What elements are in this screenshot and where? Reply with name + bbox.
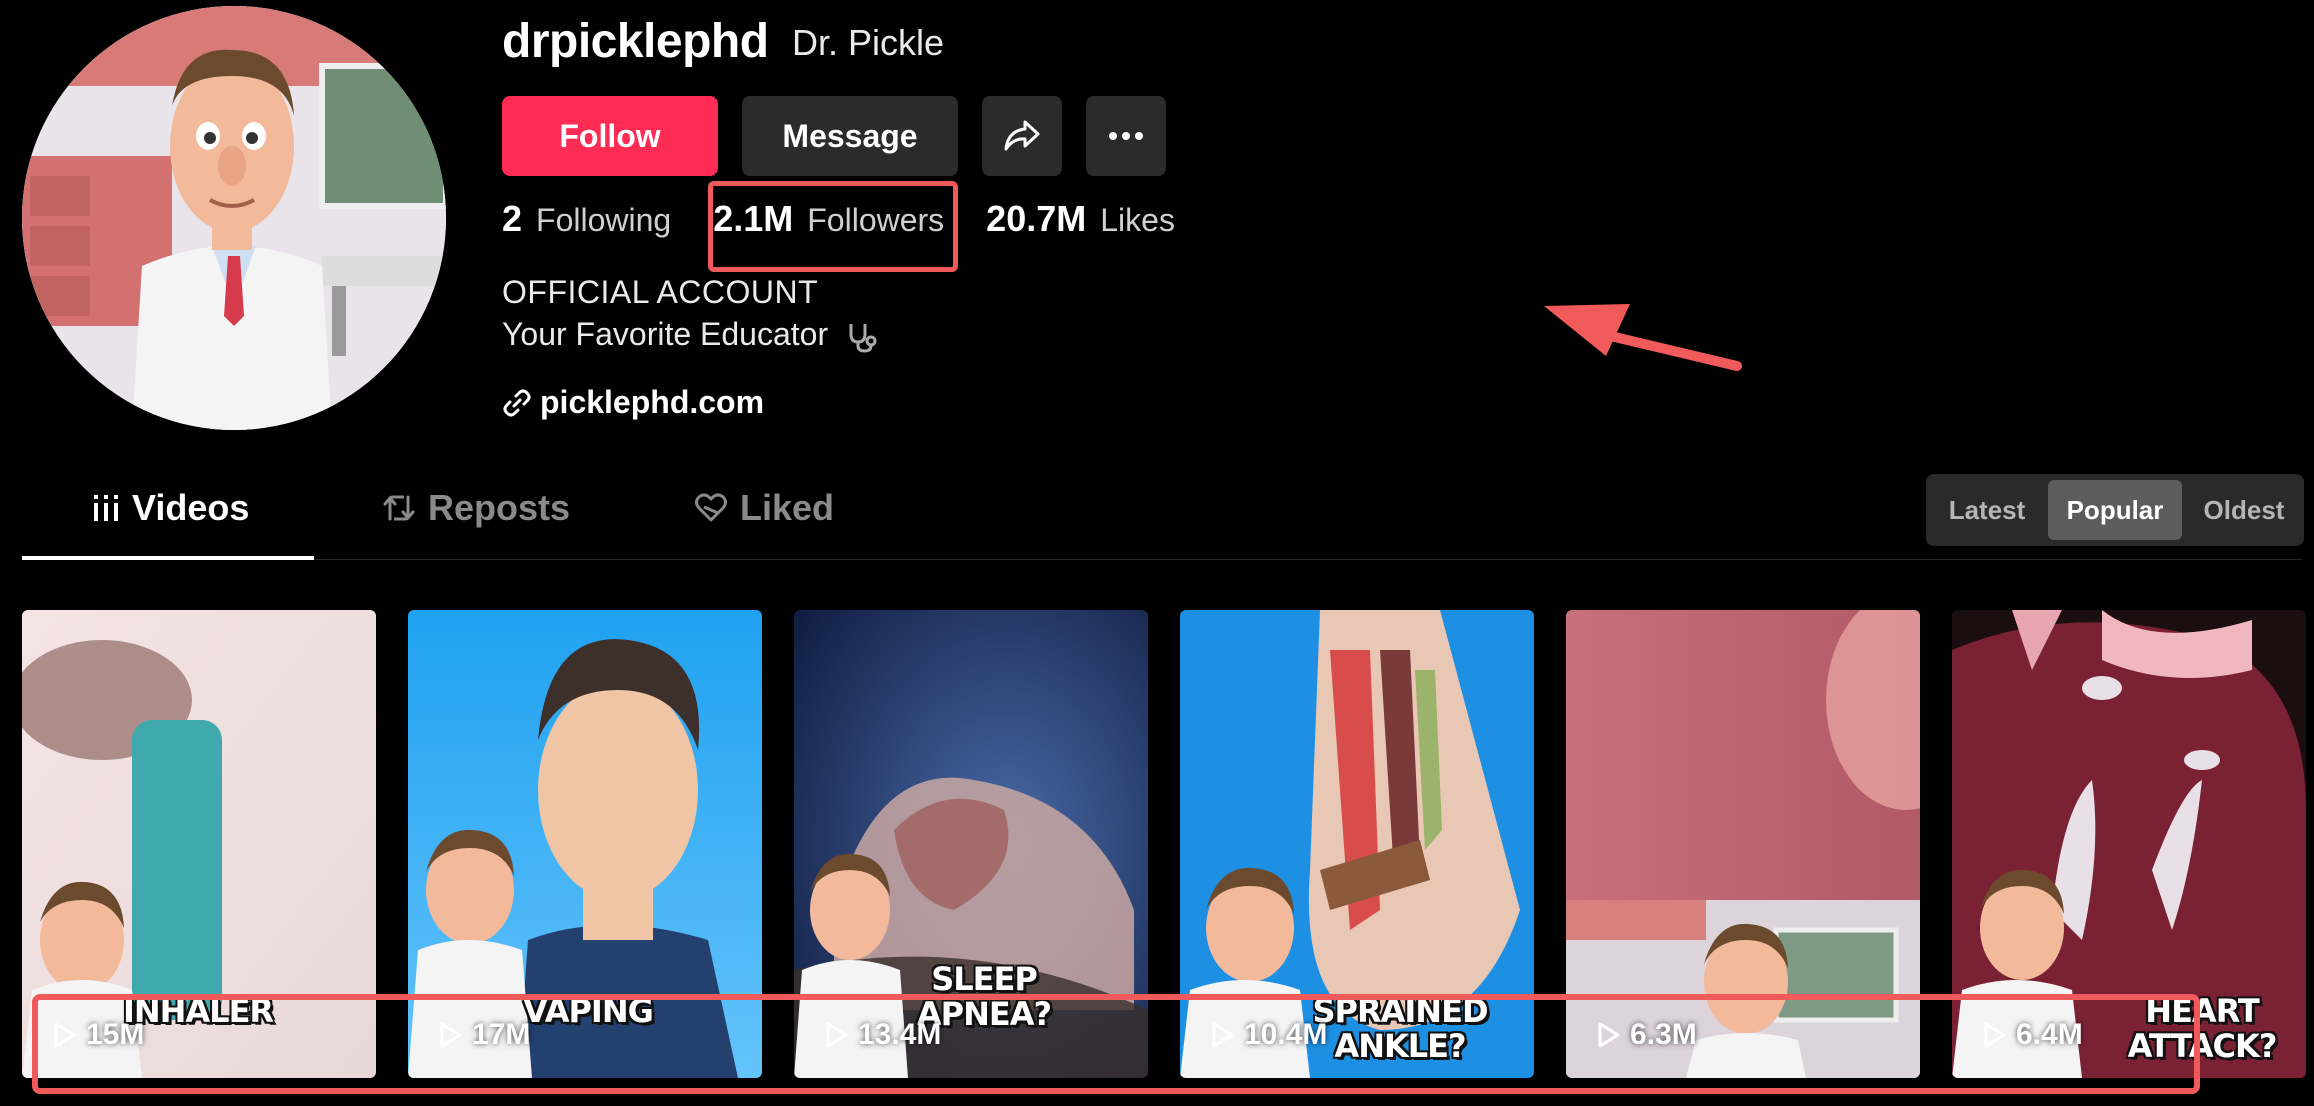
bio-line-2: Your Favorite Educator [502, 316, 879, 354]
sort-oldest[interactable]: Oldest [2188, 480, 2300, 540]
profile-link-text: picklephd.com [540, 384, 765, 420]
message-button[interactable]: Message [742, 96, 958, 176]
share-icon [1004, 120, 1040, 151]
profile-username: drpicklephd [502, 15, 769, 68]
avatar-image [22, 6, 446, 430]
video-views-text: 6.4M [2016, 1018, 2083, 1051]
likes-stat: 20.7M Likes [986, 198, 1175, 240]
play-icon [54, 1022, 76, 1048]
followers-count: 2.1M [713, 198, 794, 239]
profile-avatar[interactable] [22, 6, 446, 430]
video-view-count: 15M [52, 1018, 144, 1052]
followers-label: Followers [807, 202, 945, 238]
sort-popular[interactable]: Popular [2048, 480, 2182, 540]
video-view-count: 17M [438, 1018, 530, 1052]
ellipsis-icon [1109, 132, 1143, 140]
profile-stats: 2 Following 2.1M Followers 20.7M Likes [502, 198, 1175, 240]
bio-line-1: OFFICIAL ACCOUNT [502, 274, 819, 310]
tab-reposts-label: Reposts [428, 487, 571, 528]
following-count: 2 [502, 198, 523, 239]
video-thumbnail [1566, 610, 1920, 1078]
video-card[interactable]: 6.3M [1566, 610, 1920, 1078]
more-options-button[interactable] [1086, 96, 1166, 176]
video-view-count: 10.4M [1210, 1018, 1327, 1052]
tab-videos-label: Videos [132, 487, 250, 528]
video-card[interactable]: HEART ATTACK? 6.4M [1952, 610, 2306, 1078]
repost-icon [383, 495, 415, 521]
video-views-text: 10.4M [1244, 1018, 1328, 1051]
followers-stat[interactable]: 2.1M Followers [713, 198, 944, 240]
play-icon [1598, 1022, 1620, 1048]
tab-liked-label: Liked [740, 487, 835, 528]
sort-latest[interactable]: Latest [1934, 480, 2040, 540]
profile-nickname: Dr. Pickle [792, 22, 945, 63]
video-card[interactable]: SLEEP APNEA? 13.4M [794, 610, 1148, 1078]
video-card[interactable]: SPRAINED ANKLE? 10.4M [1180, 610, 1534, 1078]
play-icon [826, 1022, 848, 1048]
liked-heart-icon [695, 493, 727, 522]
likes-count: 20.7M [986, 198, 1087, 239]
video-views-text: 17M [472, 1018, 531, 1051]
video-card[interactable]: INHALER 15M [22, 610, 376, 1078]
play-icon [1212, 1022, 1234, 1048]
tab-videos[interactable]: Videos [92, 458, 249, 558]
video-views-text: 15M [86, 1018, 145, 1051]
video-views-text: 13.4M [858, 1018, 942, 1051]
video-caption: HEART ATTACK? [2127, 992, 2278, 1066]
tab-liked[interactable]: Liked [694, 458, 834, 558]
likes-label: Likes [1100, 202, 1175, 238]
video-view-count: 6.4M [1982, 1018, 2083, 1052]
profile-header: drpicklephd Dr. Pickle Follow Message 2 … [502, 0, 1742, 440]
bio-line-2-text: Your Favorite Educator [502, 316, 829, 352]
play-icon [440, 1022, 462, 1048]
follow-button[interactable]: Follow [502, 96, 718, 176]
annotation-arrow [1544, 304, 1742, 371]
play-icon [1984, 1022, 2006, 1048]
grid-icon [94, 495, 118, 521]
video-view-count: 6.3M [1596, 1018, 1697, 1052]
following-stat[interactable]: 2 Following [502, 198, 671, 240]
profile-link[interactable]: picklephd.com [502, 384, 764, 421]
video-views-text: 6.3M [1630, 1018, 1697, 1051]
following-label: Following [536, 202, 672, 238]
video-grid: INHALER 15M VAPING 17M SLEEP APNEA? 13.4… [22, 610, 2314, 1080]
share-button[interactable] [982, 96, 1062, 176]
link-icon [503, 389, 531, 416]
sort-selector: Latest Popular Oldest [1926, 474, 2304, 546]
active-tab-underline [22, 556, 314, 560]
tab-reposts[interactable]: Reposts [382, 458, 570, 558]
stethoscope-icon [849, 323, 877, 353]
video-view-count: 13.4M [824, 1018, 941, 1052]
video-card[interactable]: VAPING 17M [408, 610, 762, 1078]
